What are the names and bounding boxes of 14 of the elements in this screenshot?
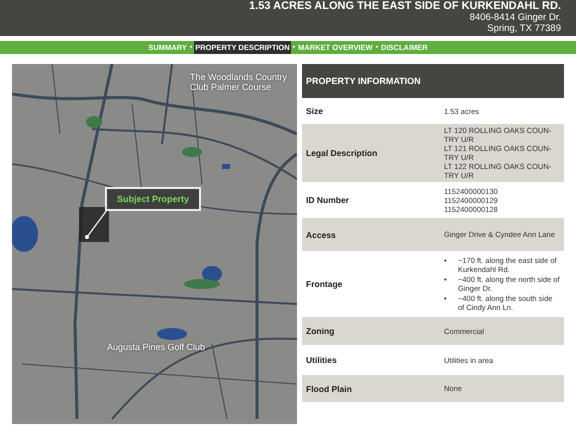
address-line: 8406-8414 Ginger Dr. <box>470 12 561 23</box>
row-label: ID Number <box>306 195 350 205</box>
row-label: Access <box>306 230 337 240</box>
row-label: Size <box>306 106 324 116</box>
subject-property-callout: Subject Property <box>105 187 202 211</box>
row-label: Frontage <box>306 279 344 289</box>
address-line: Spring, TX 77389 <box>487 23 561 34</box>
row-label: Zoning <box>306 326 336 336</box>
row-label: Flood Plain <box>306 384 353 394</box>
map-place-label: Augusta Pines Golf Club <box>107 342 206 352</box>
row-label: Legal Description <box>306 148 378 158</box>
property-title: 1.53 ACRES ALONG THE EAST SIDE OF KURKENDAHL RD. <box>249 0 561 12</box>
table-header: PROPERTY INFORMATION <box>302 64 564 98</box>
row-label: Utilities <box>306 355 338 365</box>
